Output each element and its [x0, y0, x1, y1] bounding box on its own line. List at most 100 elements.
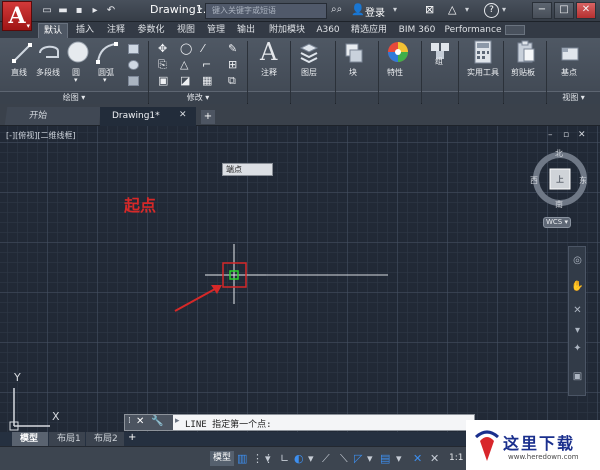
layers-icon[interactable]	[298, 42, 320, 64]
user-icon[interactable]: 👤	[351, 3, 365, 16]
tab-start[interactable]: 开始	[4, 107, 102, 125]
arc-icon[interactable]	[96, 42, 120, 64]
rectangle-icon[interactable]	[128, 44, 139, 54]
tab-a360[interactable]: A360	[314, 23, 342, 38]
properties-label[interactable]: 特性	[387, 67, 403, 78]
utilities-label[interactable]: 实用工具	[467, 67, 499, 78]
tab-parametric[interactable]: 参数化	[133, 23, 169, 38]
search-input[interactable]: 键入关键字或短语	[205, 3, 327, 19]
line-label[interactable]: 直线	[11, 67, 27, 78]
ortho-icon[interactable]: ∟	[280, 452, 289, 465]
hatch-icon[interactable]	[128, 60, 139, 70]
tab-model[interactable]: 模型	[12, 432, 48, 446]
annotation-panel-footer[interactable]	[248, 91, 290, 104]
block-panel-footer[interactable]	[336, 91, 378, 104]
tab-insert[interactable]: 插入	[72, 23, 98, 38]
block-label[interactable]: 块	[349, 67, 357, 78]
basepoint-icon[interactable]	[560, 44, 580, 62]
model-space-button[interactable]: 模型	[210, 451, 234, 466]
tab-home[interactable]: 默认	[38, 23, 68, 38]
offset-icon[interactable]: ⧉	[228, 74, 236, 88]
drawing-area[interactable]: [-][俯视][二维线框] – ▫ ✕ 北 南 西 东 上 WCS ▾ ◎ ✋ …	[0, 126, 600, 432]
object-snap-icon[interactable]: ◸	[354, 452, 362, 465]
open-folder-icon[interactable]: ▬	[56, 4, 70, 17]
clipboard-icon[interactable]	[516, 40, 536, 64]
groups-label[interactable]: 组	[435, 56, 443, 67]
snap-chevron-down-icon[interactable]: ▾	[265, 452, 271, 465]
layers-label[interactable]: 图层	[301, 67, 317, 78]
modify-panel-footer[interactable]: 修改 ▾	[149, 91, 247, 104]
copy-icon[interactable]: ⎘	[158, 58, 167, 72]
annotation-visibility-icon[interactable]: ✕	[430, 452, 439, 465]
groups-panel-footer[interactable]	[422, 91, 458, 104]
tab-layout2[interactable]: 布局2	[86, 432, 124, 446]
view-panel-footer[interactable]: 视图 ▾	[547, 91, 600, 104]
grid-icon[interactable]: ▥	[237, 452, 247, 465]
stretch-icon[interactable]: ▣	[158, 74, 168, 87]
array-icon[interactable]: ▦	[202, 74, 212, 87]
layers-panel-footer[interactable]	[291, 91, 335, 104]
properties-panel-footer[interactable]	[379, 91, 421, 104]
ribbon-toggle-button[interactable]	[505, 25, 525, 35]
tab-featured-apps[interactable]: 精选应用	[348, 23, 390, 38]
polar-tracking-icon[interactable]: ◐	[294, 452, 304, 465]
tab-performance[interactable]: Performance	[444, 23, 502, 38]
a360-icon[interactable]: △	[448, 3, 456, 16]
drag-handle-icon[interactable]: ⁞	[128, 416, 131, 426]
login-chevron-down-icon[interactable]: ▾	[393, 5, 397, 14]
explode-icon[interactable]: ⊞	[228, 58, 237, 71]
new-tab-button[interactable]: +	[201, 110, 215, 124]
quick-access-more-icon[interactable]: ▸	[88, 4, 102, 17]
tab-bim360[interactable]: BIM 360	[396, 23, 438, 38]
annotation-label[interactable]: 注释	[261, 67, 277, 78]
application-menu-button[interactable]: A ▾	[2, 1, 32, 31]
circle-icon[interactable]	[66, 40, 90, 64]
binoculars-icon[interactable]: ⌕⌕	[331, 4, 342, 15]
utilities-panel-footer[interactable]	[459, 91, 503, 104]
close-button[interactable]: ✕	[576, 2, 596, 19]
clipboard-label[interactable]: 剪贴板	[511, 67, 535, 78]
help-icon[interactable]: ?	[484, 3, 499, 18]
polyline-icon[interactable]	[38, 43, 62, 63]
help-chevron-down-icon[interactable]: ▾	[502, 5, 506, 14]
osnap-chevron-down-icon[interactable]: ▾	[367, 452, 373, 465]
properties-icon[interactable]	[386, 40, 410, 64]
add-layout-icon[interactable]: +	[128, 432, 136, 443]
isodraft-icon[interactable]: ⟋	[322, 452, 330, 466]
basepoint-label[interactable]: 基点	[561, 67, 577, 78]
undo-icon[interactable]: ↶	[104, 4, 118, 17]
block-icon[interactable]	[342, 42, 364, 64]
login-link[interactable]: 登录	[365, 4, 385, 19]
draw-panel-footer[interactable]: 绘图 ▾	[0, 91, 148, 104]
circle-chevron-down-icon[interactable]: ▾	[74, 76, 78, 84]
trim-icon[interactable]: ⁄	[202, 42, 204, 55]
tab-layout1[interactable]: 布局1	[49, 432, 85, 446]
polyline-label[interactable]: 多段线	[36, 67, 60, 78]
mirror-icon[interactable]: △	[180, 58, 188, 71]
scale-icon[interactable]: ◪	[180, 74, 190, 87]
command-line[interactable]: ⁞ ✕ 🔧 ▸ LINE 指定第一个点: ▴	[124, 414, 475, 431]
line-icon[interactable]	[12, 43, 32, 63]
annotation-scale-icon[interactable]: ✕	[413, 452, 422, 465]
lineweight-icon[interactable]: ▤	[380, 452, 390, 465]
gradient-icon[interactable]	[128, 76, 139, 86]
text-icon[interactable]: A	[260, 38, 277, 66]
arc-chevron-down-icon[interactable]: ▾	[103, 76, 107, 84]
move-icon[interactable]: ✥	[158, 42, 167, 55]
transparency-chevron-down-icon[interactable]: ▾	[396, 452, 402, 465]
polar-chevron-down-icon[interactable]: ▾	[308, 452, 314, 465]
close-command-icon[interactable]: ✕	[136, 416, 144, 427]
minimize-button[interactable]: −	[532, 2, 552, 19]
annotation-scale-value[interactable]: 1:1	[449, 453, 463, 463]
object-snap-tracking-icon[interactable]: ⟍	[340, 452, 348, 466]
tab-close-icon[interactable]: ✕	[179, 110, 187, 120]
exchange-icon[interactable]: ⊠	[425, 3, 434, 16]
maximize-button[interactable]: □	[554, 2, 574, 19]
tab-output[interactable]: 输出	[234, 23, 258, 38]
toolbar-chevron-down-icon[interactable]: ▾	[465, 5, 469, 14]
utilities-icon[interactable]	[474, 40, 492, 64]
rotate-icon[interactable]: ◯	[180, 42, 192, 55]
tab-view[interactable]: 视图	[174, 23, 198, 38]
customize-wrench-icon[interactable]: 🔧	[151, 416, 163, 427]
clipboard-panel-footer[interactable]	[504, 91, 546, 104]
